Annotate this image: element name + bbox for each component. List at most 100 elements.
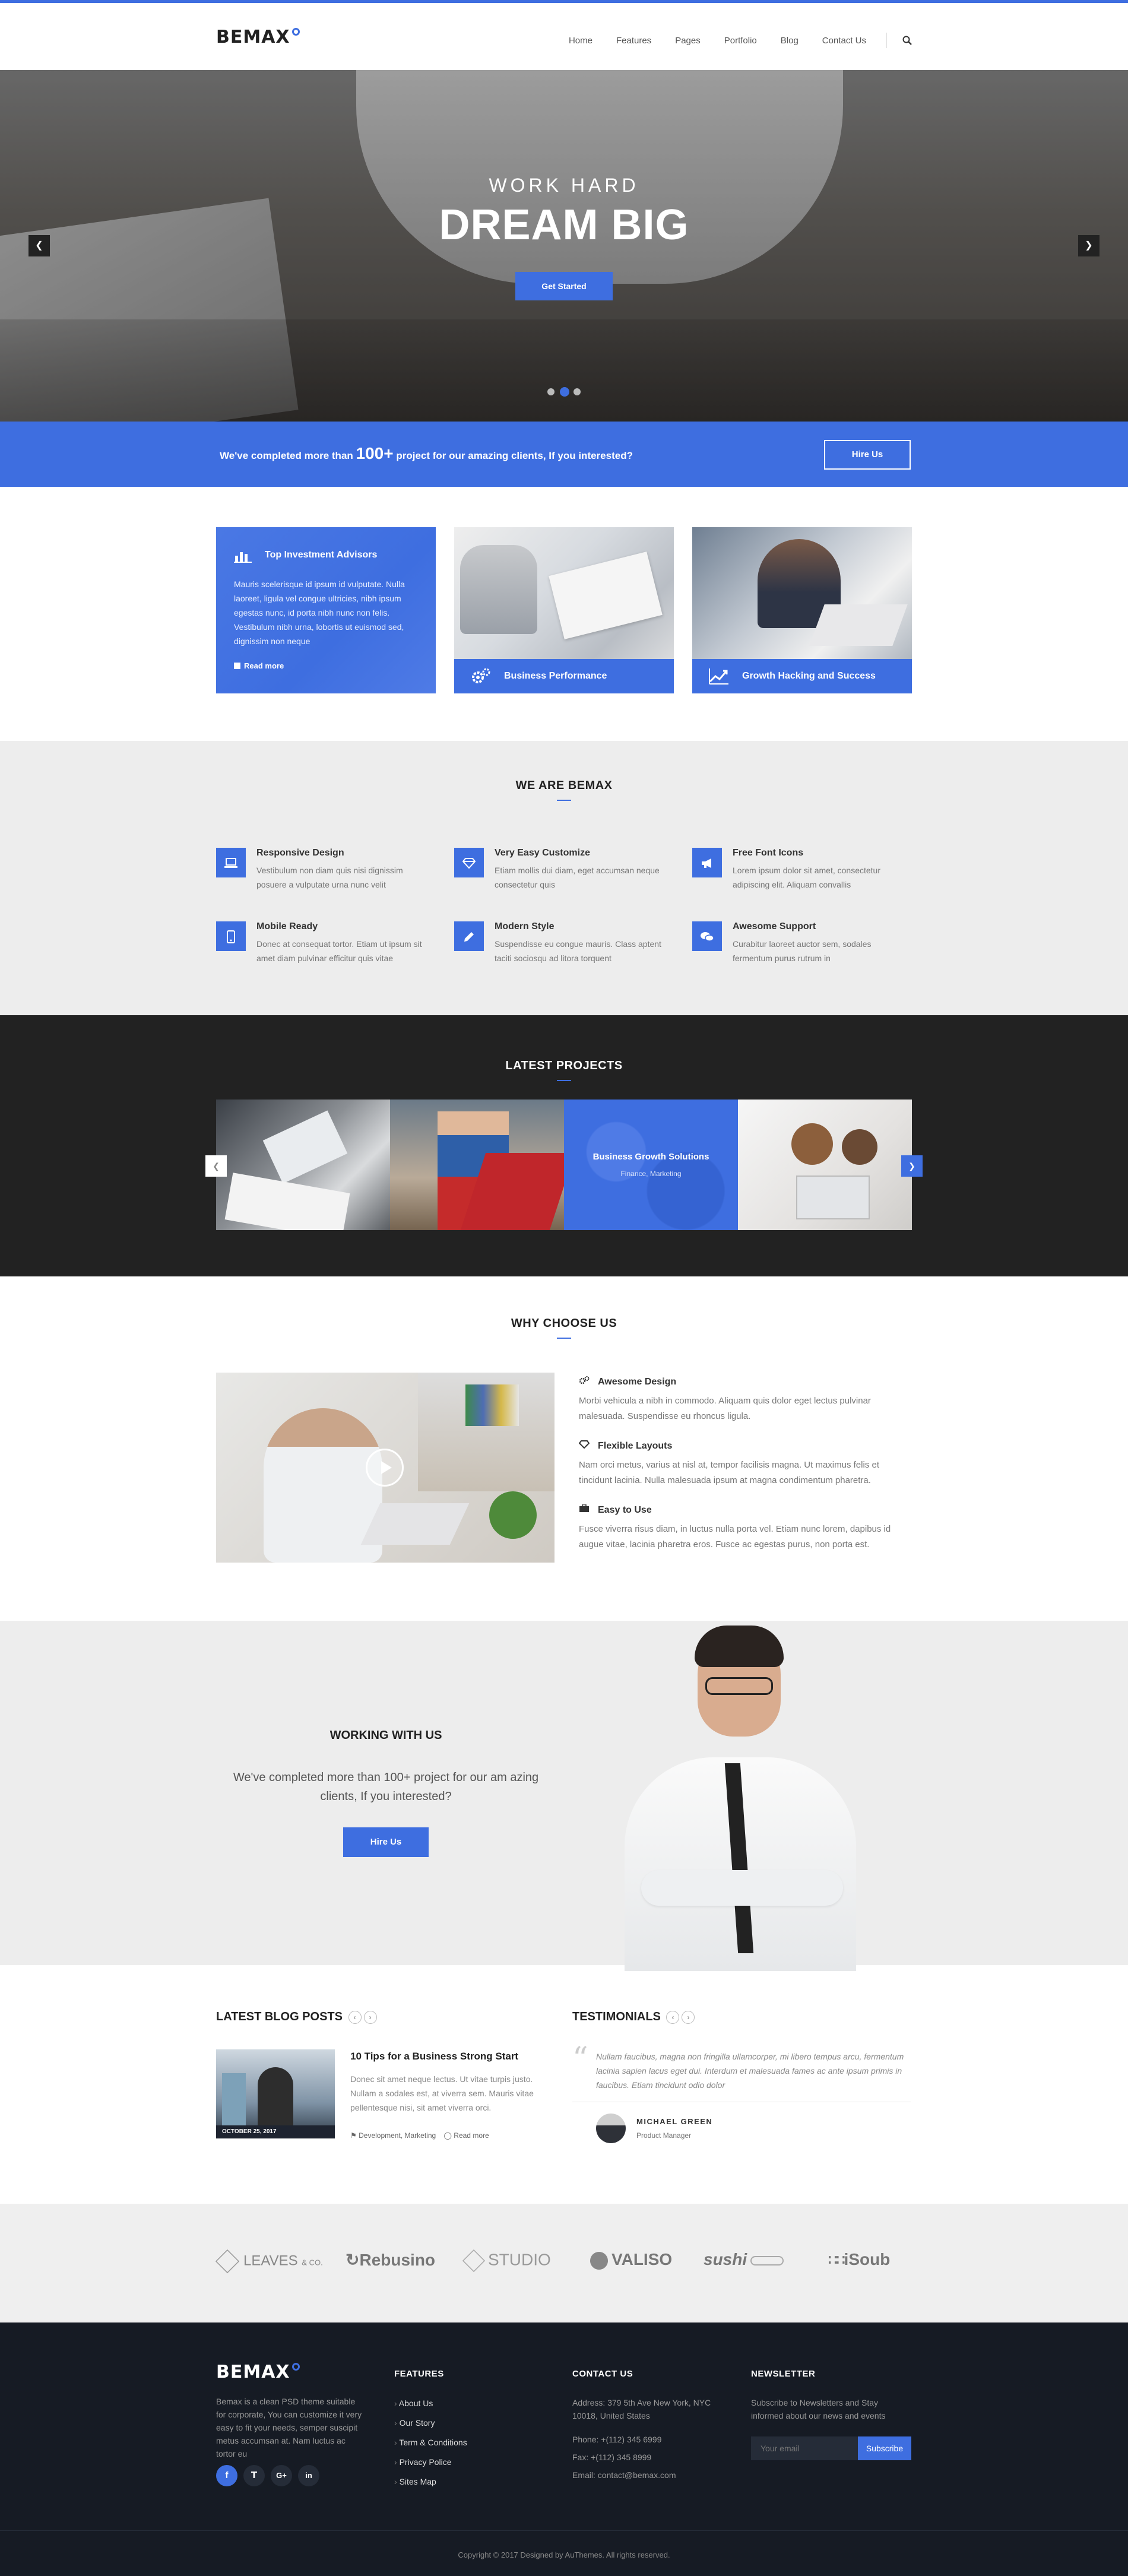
partner-sushi[interactable]: sushi — [704, 2250, 784, 2269]
partner-valiso-name: VALISO — [611, 2250, 673, 2268]
feature-text: Vestibulum non diam quis nisi dignissim … — [256, 866, 403, 889]
blog-title: LATEST BLOG POSTS ‹ › — [216, 2010, 377, 2024]
google-plus-icon[interactable]: G+ — [271, 2465, 292, 2486]
nav-portfolio[interactable]: Portfolio — [724, 36, 757, 46]
card-growth-hacking[interactable]: Growth Hacking and Success — [692, 527, 912, 693]
feature-modern-style: Modern Style Suspendisse eu congue mauri… — [454, 921, 674, 975]
facebook-icon[interactable]: f — [216, 2465, 237, 2486]
logo[interactable]: BEMAX — [216, 27, 300, 47]
nav-features[interactable]: Features — [616, 36, 651, 46]
why-video[interactable] — [216, 1373, 555, 1563]
hire-us-button[interactable]: Hire Us — [824, 440, 911, 470]
partner-studio-name: STUDIO — [488, 2250, 551, 2269]
feature-text: Suspendisse eu congue mauris. Class apte… — [495, 939, 661, 963]
feature-easy-customize: Very Easy Customize Etiam mollis dui dia… — [454, 848, 674, 901]
project-item-4[interactable] — [738, 1100, 912, 1230]
get-started-button[interactable]: Get Started — [515, 272, 613, 300]
hero-prev-arrow-icon[interactable]: ❮ — [28, 235, 50, 256]
project-item-featured[interactable]: Business Growth Solutions Finance, Marke… — [564, 1100, 738, 1230]
nav-home[interactable]: Home — [569, 36, 592, 46]
testimonial-next-icon[interactable]: › — [682, 2010, 695, 2024]
working-title: WORKING WITH US — [329, 1729, 442, 1742]
hire-us-button-2[interactable]: Hire Us — [343, 1827, 429, 1857]
laptop-icon — [216, 848, 246, 877]
site-footer — [0, 2322, 1128, 2576]
testimonial-quote: Nullam faucibus, magna non fringilla ull… — [596, 2052, 904, 2090]
leaves-logo-icon — [215, 2249, 240, 2274]
partner-rebusino-name: Rebusino — [359, 2251, 436, 2269]
search-icon[interactable] — [902, 36, 912, 45]
nav-contact[interactable]: Contact Us — [822, 36, 866, 46]
feature-awesome-support: Awesome Support Curabitur laoreet auctor… — [692, 921, 912, 975]
quote-icon: “ — [572, 2041, 588, 2077]
footer-fax: Fax: +(112) 345 8999 — [572, 2453, 652, 2462]
project-item-1[interactable] — [216, 1100, 390, 1230]
play-icon[interactable] — [366, 1449, 404, 1487]
footer-email[interactable]: Email: contact@bemax.com — [572, 2469, 676, 2482]
projects-next-icon[interactable]: ❯ — [901, 1155, 923, 1177]
footer-link-story[interactable]: › Our Story — [394, 2418, 435, 2428]
briefcase-icon — [579, 1504, 590, 1516]
why-item-text: Fusce viverra risus diam, in luctus null… — [579, 1524, 891, 1550]
testimonial-prev-icon[interactable]: ‹ — [666, 2010, 680, 2024]
blog-next-icon[interactable]: › — [363, 2010, 377, 2024]
feature-title: Modern Style — [495, 921, 555, 931]
slider-dot-1[interactable] — [547, 388, 555, 395]
nav-divider — [886, 33, 887, 48]
title-underline — [557, 1080, 571, 1081]
slider-dot-3[interactable] — [573, 388, 581, 395]
footer-link-about[interactable]: › About Us — [394, 2398, 433, 2408]
partner-rebusino[interactable]: ↻Rebusino — [346, 2250, 435, 2270]
projects-prev-icon[interactable]: ❮ — [205, 1155, 227, 1177]
nav-blog[interactable]: Blog — [781, 36, 799, 46]
partner-valiso[interactable]: VALISO — [590, 2250, 672, 2270]
chevron-right-icon: › — [394, 2398, 397, 2408]
newsletter-email-input[interactable] — [751, 2436, 858, 2460]
newsletter-text: Subscribe to Newsletters and Stay inform… — [751, 2398, 886, 2420]
slider-dot-2-active[interactable] — [560, 387, 569, 397]
line-chart-icon — [709, 668, 728, 685]
blog-prev-icon[interactable]: ‹ — [348, 2010, 362, 2024]
clock-icon: ◯ — [443, 2131, 452, 2140]
working-section: WORKING WITH US We've completed more tha… — [0, 1621, 1128, 1971]
read-more-link[interactable]: Read more — [234, 661, 284, 670]
project-item-2[interactable] — [390, 1100, 564, 1230]
footer-logo[interactable]: BEMAX — [216, 2362, 300, 2382]
post-meta: ⚑ Development, Marketing ◯ Read more — [350, 2131, 489, 2140]
card-business-performance[interactable]: Business Performance — [454, 527, 674, 693]
post-tags[interactable]: Development, Marketing — [359, 2131, 436, 2140]
footer-link-label: Sites Map — [399, 2477, 436, 2486]
main-nav: Home Features Pages Portfolio Blog Conta… — [545, 33, 912, 48]
blog-post-image[interactable]: OCTOBER 25, 2017 — [216, 2049, 335, 2138]
nav-pages[interactable]: Pages — [675, 36, 701, 46]
about-title: WE ARE BEMAX — [515, 779, 613, 792]
testimonial-role: Product Manager — [636, 2131, 692, 2140]
subscribe-button[interactable]: Subscribe — [858, 2436, 911, 2460]
chevron-right-icon: › — [394, 2418, 397, 2428]
post-read-more[interactable]: Read more — [454, 2131, 489, 2140]
footer-link-sitemap[interactable]: › Sites Map — [394, 2477, 436, 2486]
pattern-bg — [564, 1100, 738, 1230]
hero-next-arrow-icon[interactable]: ❯ — [1078, 235, 1100, 256]
linkedin-icon[interactable]: in — [298, 2465, 319, 2486]
partner-studio[interactable]: STUDIO — [462, 2249, 551, 2273]
partner-isoub[interactable]: ∷∷iSoub — [828, 2250, 890, 2269]
why-item-text: Morbi vehicula a nibh in commodo. Aliqua… — [579, 1396, 871, 1421]
footer-link-label: Privacy Police — [399, 2457, 452, 2467]
why-item-title: Flexible Layouts — [598, 1441, 673, 1451]
why-item-easy-to-use: Easy to Use Fusce viverra risus diam, in… — [579, 1504, 911, 1552]
binders-shape — [465, 1384, 519, 1426]
footer-link-terms[interactable]: › Term & Conditions — [394, 2438, 467, 2447]
chat-bubbles-icon — [692, 921, 722, 951]
partner-leaves[interactable]: LEAVES & CO. — [215, 2249, 323, 2274]
projects-title: LATEST PROJECTS — [505, 1059, 623, 1072]
why-title: WHY CHOOSE US — [511, 1317, 617, 1330]
post-title[interactable]: 10 Tips for a Business Strong Start — [350, 2051, 552, 2062]
twitter-icon[interactable]: 𝗧 — [243, 2465, 265, 2486]
man-hair-shape — [695, 1626, 784, 1667]
card-top-investment[interactable]: Top Investment Advisors Mauris scelerisq… — [216, 527, 436, 693]
megaphone-icon — [692, 848, 722, 877]
footer-link-privacy[interactable]: › Privacy Police — [394, 2457, 451, 2467]
valiso-logo-icon — [590, 2251, 608, 2270]
partner-leaves-name: LEAVES — [243, 2252, 298, 2269]
